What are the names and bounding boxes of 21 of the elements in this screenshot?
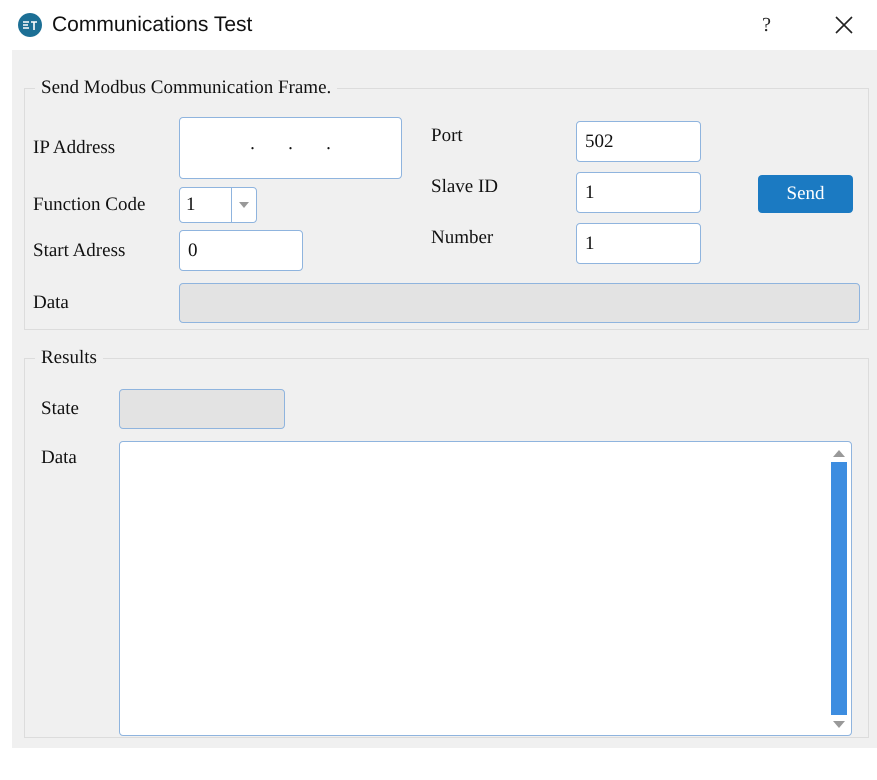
field-label: IP Address [33, 137, 116, 159]
field-label: Slave ID [431, 175, 500, 198]
app-logo-icon [18, 13, 42, 37]
data-text-area[interactable] [118, 441, 852, 736]
field-label: Function Code [33, 194, 146, 216]
text-field[interactable]: 1 [576, 172, 701, 213]
field-label: Start Adress [33, 240, 126, 262]
text-field[interactable]: 1 [576, 223, 701, 264]
field-label: Port [431, 124, 464, 147]
field-label: State [41, 398, 80, 420]
field-label: Data [33, 292, 70, 314]
field-label: Number [431, 226, 494, 249]
ip-address-field[interactable]: . . . [179, 117, 402, 179]
text-field[interactable]: 502 [576, 121, 701, 162]
function-code-dropdown[interactable]: 1 [179, 187, 257, 223]
window-title: Communications Test [52, 13, 252, 37]
text-field[interactable]: 0 [179, 230, 303, 271]
send-button[interactable]: Send [758, 175, 853, 213]
close-button[interactable] [833, 14, 855, 36]
help-button[interactable]: ? [762, 14, 771, 36]
field-label: Data [41, 446, 78, 469]
